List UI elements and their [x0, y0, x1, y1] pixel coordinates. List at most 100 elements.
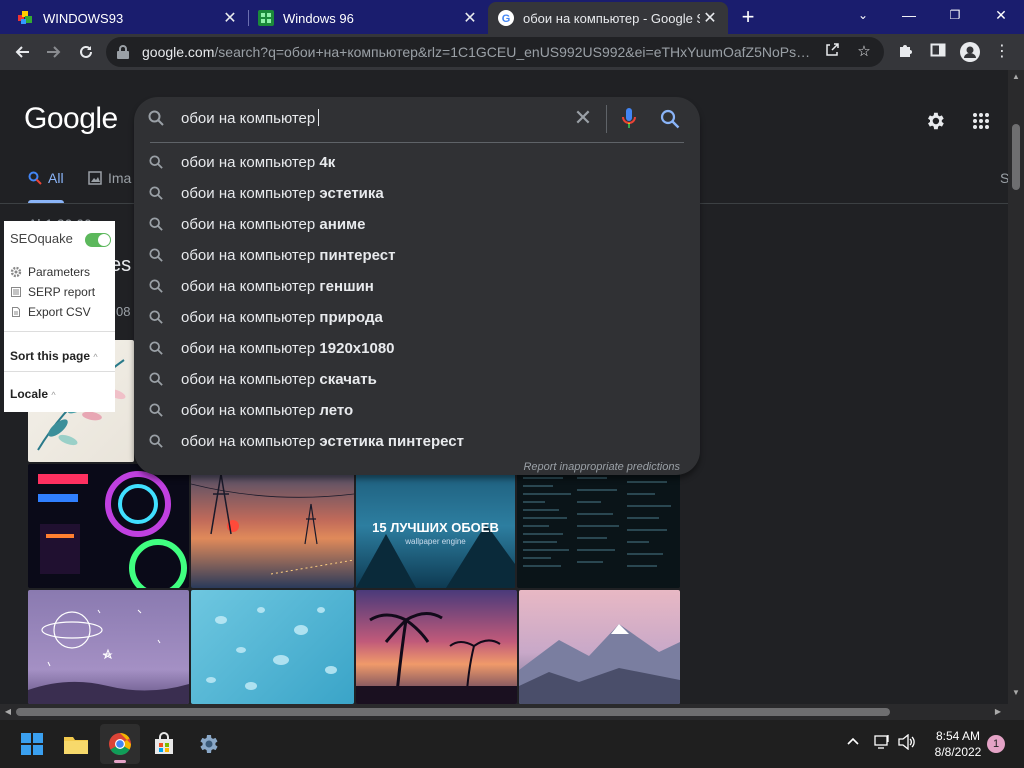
lock-icon[interactable]: [116, 44, 130, 65]
chevron-up-icon: ^: [51, 390, 56, 400]
vertical-scroll-thumb[interactable]: [1012, 124, 1020, 190]
network-icon[interactable]: [874, 734, 892, 753]
share-icon[interactable]: [822, 42, 842, 62]
voice-search-mic-icon[interactable]: [622, 108, 636, 135]
suggestion-item[interactable]: обои на компьютер скачать: [134, 364, 700, 395]
minimize-button[interactable]: —: [886, 0, 932, 30]
image-thumb-mountains[interactable]: [519, 590, 680, 704]
seoquake-serp-report[interactable]: SERP report: [10, 285, 95, 299]
volume-speaker-icon[interactable]: [898, 733, 916, 753]
chrome-taskbar-button[interactable]: [100, 724, 140, 764]
extensions-puzzle-icon[interactable]: [896, 42, 916, 62]
suggestion-item[interactable]: обои на компьютер аниме: [134, 209, 700, 240]
suggestion-item[interactable]: обои на компьютер 4к: [134, 147, 700, 178]
suggestion-item[interactable]: обои на компьютер геншин: [134, 271, 700, 302]
google-logo[interactable]: Google: [24, 102, 118, 136]
store-button[interactable]: [144, 724, 184, 764]
suggestion-item[interactable]: обои на компьютер эстетика пинтерест: [134, 426, 700, 457]
seoquake-locale[interactable]: Locale ^: [10, 387, 56, 401]
forward-button[interactable]: [40, 38, 68, 66]
show-hidden-icons-chevron-up-icon[interactable]: [846, 734, 860, 751]
seoquake-toggle[interactable]: [85, 233, 111, 247]
scroll-right-arrow-icon[interactable]: ▶: [990, 704, 1006, 720]
reload-button[interactable]: [72, 38, 100, 66]
close-tab-icon[interactable]: ✕: [700, 8, 720, 28]
image-thumb-palm-sunset[interactable]: [356, 590, 517, 704]
bookmark-star-icon[interactable]: ☆: [854, 42, 874, 62]
settings-gear-icon: [200, 735, 218, 753]
suggestion-text: обои на компьютер 1920x1080: [181, 340, 395, 357]
suggestion-text: обои на компьютер геншин: [181, 278, 374, 295]
report-predictions-link[interactable]: Report inappropriate predictions: [523, 461, 680, 473]
suggestion-item[interactable]: обои на компьютер пинтерест: [134, 240, 700, 271]
clock-time: 8:54 AM: [935, 729, 981, 743]
search-icon: [149, 372, 163, 391]
seoquake-title: SEOquake: [10, 231, 73, 246]
chip-partial: 08: [116, 304, 131, 319]
system-clock[interactable]: 8:54 AM 8/8/2022: [926, 728, 990, 760]
suggestion-prefix: обои на компьютер: [181, 433, 320, 450]
browser-menu-icon[interactable]: ⋮: [992, 42, 1012, 62]
image-thumb-code-matrix[interactable]: [517, 464, 680, 588]
close-tab-icon[interactable]: ✕: [220, 8, 240, 28]
tab-all-label: All: [48, 170, 64, 186]
back-button[interactable]: [8, 38, 36, 66]
scroll-down-arrow-icon[interactable]: ▼: [1008, 688, 1024, 697]
suggestion-item[interactable]: обои на компьютер лето: [134, 395, 700, 426]
horizontal-scroll-thumb[interactable]: [16, 708, 890, 716]
seoquake-export-csv[interactable]: Export CSV: [10, 305, 91, 319]
suggestion-text: обои на компьютер эстетика: [181, 185, 384, 202]
clear-search-icon[interactable]: ✕: [572, 107, 594, 129]
tab-windows96[interactable]: Windows 96 ✕: [250, 2, 488, 34]
seoquake-item-label: Parameters: [28, 265, 91, 279]
notification-count-badge[interactable]: 1: [987, 735, 1005, 753]
suggestion-text: обои на компьютер лето: [181, 402, 353, 419]
new-tab-button[interactable]: +: [736, 4, 760, 30]
file-explorer-button[interactable]: [56, 724, 96, 764]
url-text[interactable]: google.com/search?q=обои+на+компьютер&rl…: [142, 37, 812, 67]
search-input[interactable]: обои на компьютер: [181, 109, 320, 127]
seoquake-sort-this-page[interactable]: Sort this page ^: [10, 349, 98, 363]
start-button[interactable]: [12, 724, 52, 764]
close-tab-icon[interactable]: ✕: [460, 8, 480, 28]
image-thumb-planet-doodle[interactable]: [28, 590, 189, 704]
search-icon: [28, 171, 42, 185]
text-caret: [318, 109, 320, 126]
address-bar[interactable]: google.com/search?q=обои+на+компьютер&rl…: [106, 37, 884, 67]
suggestion-item[interactable]: обои на компьютер природа: [134, 302, 700, 333]
suggestion-item[interactable]: обои на компьютер 1920x1080: [134, 333, 700, 364]
tab-search-chevron-down-icon[interactable]: ⌄: [840, 0, 886, 30]
url-host: google.com: [142, 44, 215, 60]
tab-windows93[interactable]: WINDOWS93 ✕: [8, 2, 248, 34]
horizontal-scrollbar[interactable]: ◀ ▶: [0, 704, 1008, 720]
vertical-scrollbar[interactable]: ▲ ▼: [1008, 70, 1024, 704]
close-window-button[interactable]: ✕: [978, 0, 1024, 30]
scroll-up-arrow-icon[interactable]: ▲: [1008, 72, 1024, 81]
suggestion-item[interactable]: обои на компьютер эстетика: [134, 178, 700, 209]
image-thumb-sunset-powerlines[interactable]: [191, 464, 354, 588]
folder-icon: [64, 737, 88, 754]
google-apps-grid-icon[interactable]: [972, 112, 990, 130]
search-icon: [149, 186, 163, 205]
tab-tools-partial[interactable]: S: [1000, 170, 1008, 186]
restore-button[interactable]: ❐: [932, 0, 978, 30]
suggestion-completion: аниме: [319, 216, 366, 233]
suggestion-text: обои на компьютер природа: [181, 309, 383, 326]
url-path: /search?q=обои+на+компьютер&rlz=1C1GCEU_…: [214, 44, 812, 60]
suggestion-completion: природа: [319, 309, 383, 326]
profile-avatar-icon[interactable]: [960, 42, 980, 62]
settings-gear-icon[interactable]: [924, 110, 946, 132]
tab-all[interactable]: All: [28, 170, 64, 186]
image-thumb-water-drops[interactable]: [191, 590, 354, 704]
image-thumb-wallpaper-engine[interactable]: 15 ЛУЧШИХ ОБОЕВ wallpaper engine: [356, 464, 515, 588]
seoquake-parameters[interactable]: Parameters: [10, 265, 90, 279]
search-submit-icon[interactable]: [660, 109, 680, 134]
settings-taskbar-button[interactable]: [188, 724, 228, 764]
suggestion-prefix: обои на компьютер: [181, 402, 320, 419]
tab-images[interactable]: Ima: [88, 170, 131, 186]
image-thumb-rgb-pc[interactable]: [28, 464, 189, 588]
scroll-left-arrow-icon[interactable]: ◀: [0, 704, 16, 720]
google-favicon-icon: G: [498, 10, 514, 26]
side-panel-icon[interactable]: [928, 42, 948, 62]
tab-google-search[interactable]: G обои на компьютер - Google Se ✕: [488, 2, 728, 34]
